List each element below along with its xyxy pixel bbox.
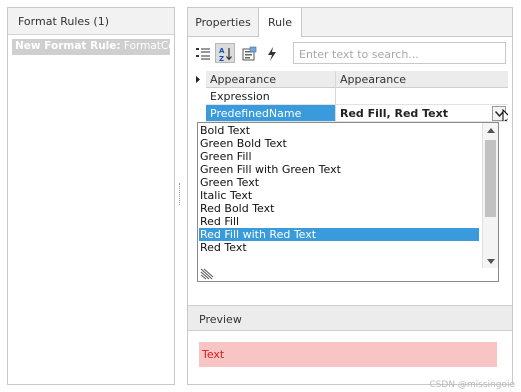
format-rule-item-text: FormatCor: [123, 40, 170, 52]
grid-row-name: PredefinedName: [206, 105, 336, 122]
preview-body: Text: [188, 331, 512, 384]
grid-row-value: Red Fill, Red Text: [340, 107, 448, 120]
tab-strip: Properties Rule: [188, 8, 512, 38]
dropdown-option[interactable]: Green Text: [199, 176, 479, 189]
scroll-up-arrow-icon[interactable]: [487, 128, 495, 133]
grid-row-name: Expression: [206, 88, 336, 105]
search-input[interactable]: [293, 42, 506, 64]
row-pointer-icon: [196, 76, 200, 83]
dropdown-option[interactable]: Red Fill: [199, 215, 479, 228]
categorized-icon: [196, 48, 210, 60]
property-pages-button[interactable]: [238, 43, 258, 63]
dropdown-option[interactable]: Green Bold Text: [199, 137, 479, 150]
resize-grip-icon[interactable]: [200, 268, 214, 280]
svg-text:A: A: [219, 47, 225, 55]
preview-header: Preview: [188, 305, 512, 331]
tab-properties[interactable]: Properties: [188, 8, 258, 37]
predefined-name-value[interactable]: Red Fill, Red Text: [336, 105, 508, 122]
row-indicator: [192, 71, 206, 88]
alphabetical-view-button[interactable]: A Z: [215, 43, 235, 63]
dropdown-option[interactable]: Green Fill with Green Text: [199, 163, 479, 176]
dropdown-scrollbar[interactable]: [482, 123, 498, 268]
dropdown-option[interactable]: Italic Text: [199, 189, 479, 202]
grid-header-name: Appearance: [206, 71, 336, 88]
format-rule-item[interactable]: New Format Rule: FormatCor: [12, 39, 170, 55]
categorized-view-button[interactable]: [192, 43, 212, 63]
scrollbar-thumb[interactable]: [485, 140, 496, 217]
events-button[interactable]: [261, 43, 281, 63]
mouse-cursor-icon: [502, 109, 508, 121]
splitter-grip[interactable]: [179, 183, 181, 205]
dropdown-option[interactable]: Bold Text: [199, 124, 479, 137]
grid-row-expression[interactable]: Expression: [192, 88, 508, 105]
lightning-icon: [268, 47, 276, 61]
sort-az-icon: A Z: [219, 47, 232, 62]
format-rule-item-title: New Format Rule:: [15, 40, 121, 52]
dropdown-option[interactable]: Red Bold Text: [199, 202, 479, 215]
dropdown-option-selected[interactable]: Red Fill with Red Text: [199, 228, 479, 241]
preview-sample: Text: [199, 342, 497, 367]
predefined-name-dropdown: Bold Text Green Bold Text Green Fill Gre…: [197, 122, 499, 282]
grid-header-value: Appearance: [336, 71, 508, 88]
dropdown-option[interactable]: Green Fill: [199, 150, 479, 163]
format-rules-header: Format Rules (1): [8, 8, 174, 35]
format-rules-panel: Format Rules (1) New Format Rule: Format…: [7, 7, 175, 385]
dropdown-option[interactable]: Red Text: [199, 241, 479, 254]
property-pages-icon: [242, 46, 257, 61]
grid-row-value[interactable]: [336, 88, 508, 105]
grid-row-predefined-name[interactable]: PredefinedName Red Fill, Red Text: [192, 105, 508, 122]
scroll-down-arrow-icon[interactable]: [487, 259, 495, 264]
tab-rule[interactable]: Rule: [258, 8, 302, 38]
watermark: CSDN @missingoio: [429, 380, 515, 390]
svg-text:Z: Z: [219, 55, 224, 62]
grid-category-row[interactable]: Appearance Appearance: [192, 71, 508, 88]
property-grid-toolbar: A Z: [192, 41, 508, 65]
